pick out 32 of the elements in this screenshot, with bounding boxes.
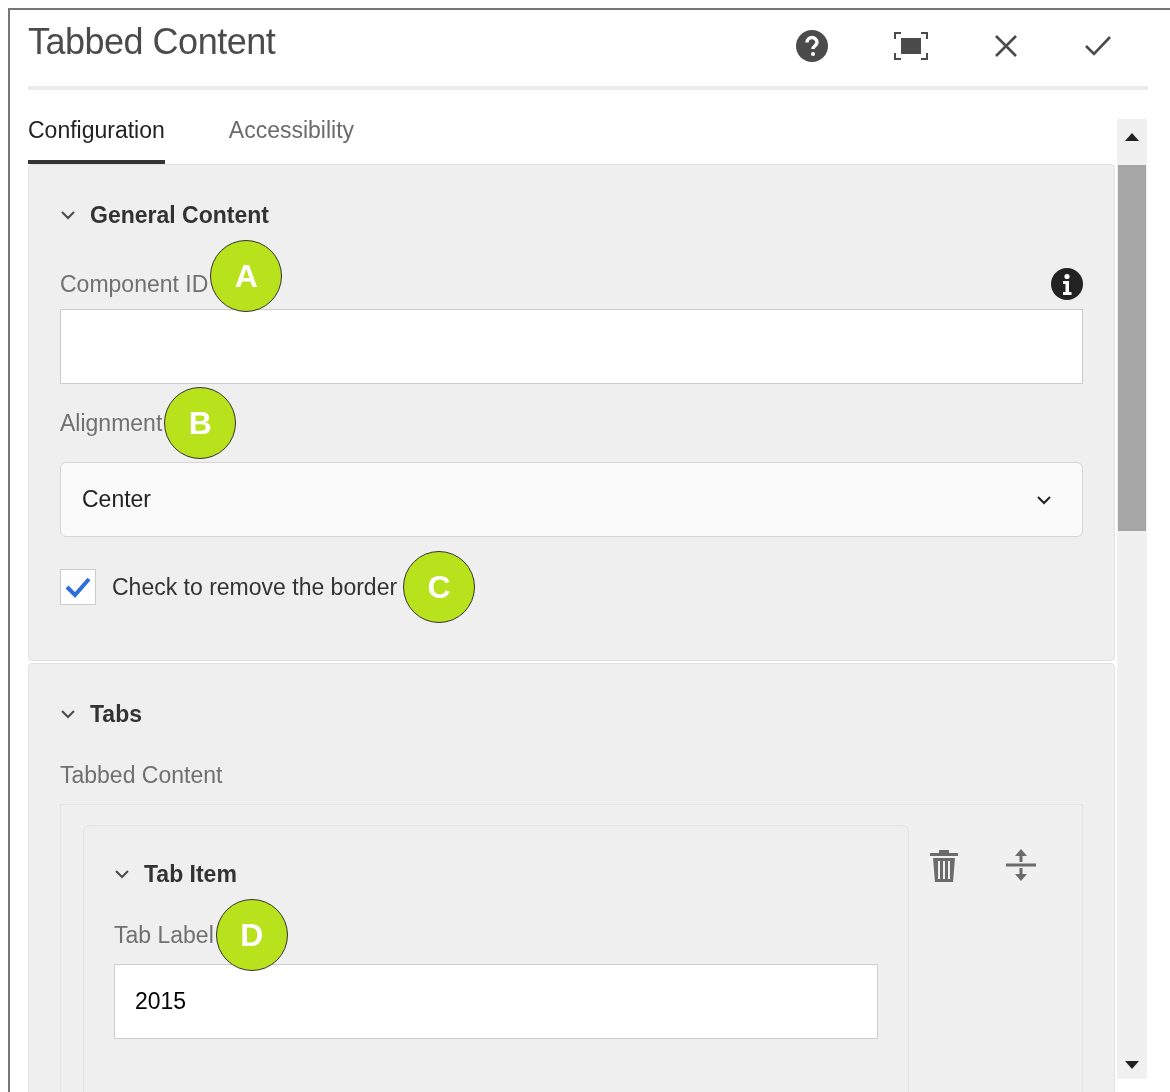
fullscreen-icon[interactable] bbox=[894, 32, 928, 60]
alignment-dropdown[interactable]: Center bbox=[60, 462, 1083, 537]
scroll-up-icon[interactable] bbox=[1125, 133, 1139, 141]
trash-icon[interactable] bbox=[929, 847, 959, 883]
checkbox[interactable] bbox=[60, 569, 96, 605]
chevron-icon[interactable] bbox=[114, 869, 130, 879]
callout-badge: A bbox=[210, 240, 283, 312]
scrollbar[interactable] bbox=[1117, 119, 1147, 1079]
callout-badge: B bbox=[164, 387, 237, 459]
help-icon[interactable] bbox=[796, 30, 828, 62]
tab-label-field[interactable]: 2015 bbox=[114, 964, 878, 1039]
tab[interactable]: Accessibility bbox=[228, 117, 355, 164]
field-label: Alignment bbox=[60, 409, 163, 437]
checkmark-icon[interactable] bbox=[1084, 35, 1112, 57]
dialog-title: Tabbed Content bbox=[28, 21, 276, 63]
section-title: Tabs bbox=[90, 700, 142, 728]
callout-badge: C bbox=[403, 551, 476, 623]
chevron-icon[interactable] bbox=[60, 709, 76, 719]
field-label: Tabbed Content bbox=[60, 761, 223, 789]
scrollbar-thumb[interactable] bbox=[1118, 165, 1146, 531]
chevron-icon bbox=[1036, 494, 1052, 505]
field-label: Tab Label bbox=[114, 921, 214, 949]
component-id-field[interactable] bbox=[60, 309, 1083, 384]
item-title: Tab Item bbox=[144, 860, 237, 888]
section-title: General Content bbox=[90, 201, 269, 229]
reorder-icon[interactable] bbox=[1005, 847, 1037, 883]
close-icon[interactable] bbox=[994, 34, 1018, 58]
scroll-down-icon[interactable] bbox=[1125, 1061, 1139, 1069]
field-label: Component ID bbox=[60, 270, 209, 298]
chevron-icon[interactable] bbox=[60, 210, 76, 220]
checkbox-label: Check to remove the border bbox=[112, 573, 398, 601]
info-icon[interactable] bbox=[1051, 268, 1083, 300]
